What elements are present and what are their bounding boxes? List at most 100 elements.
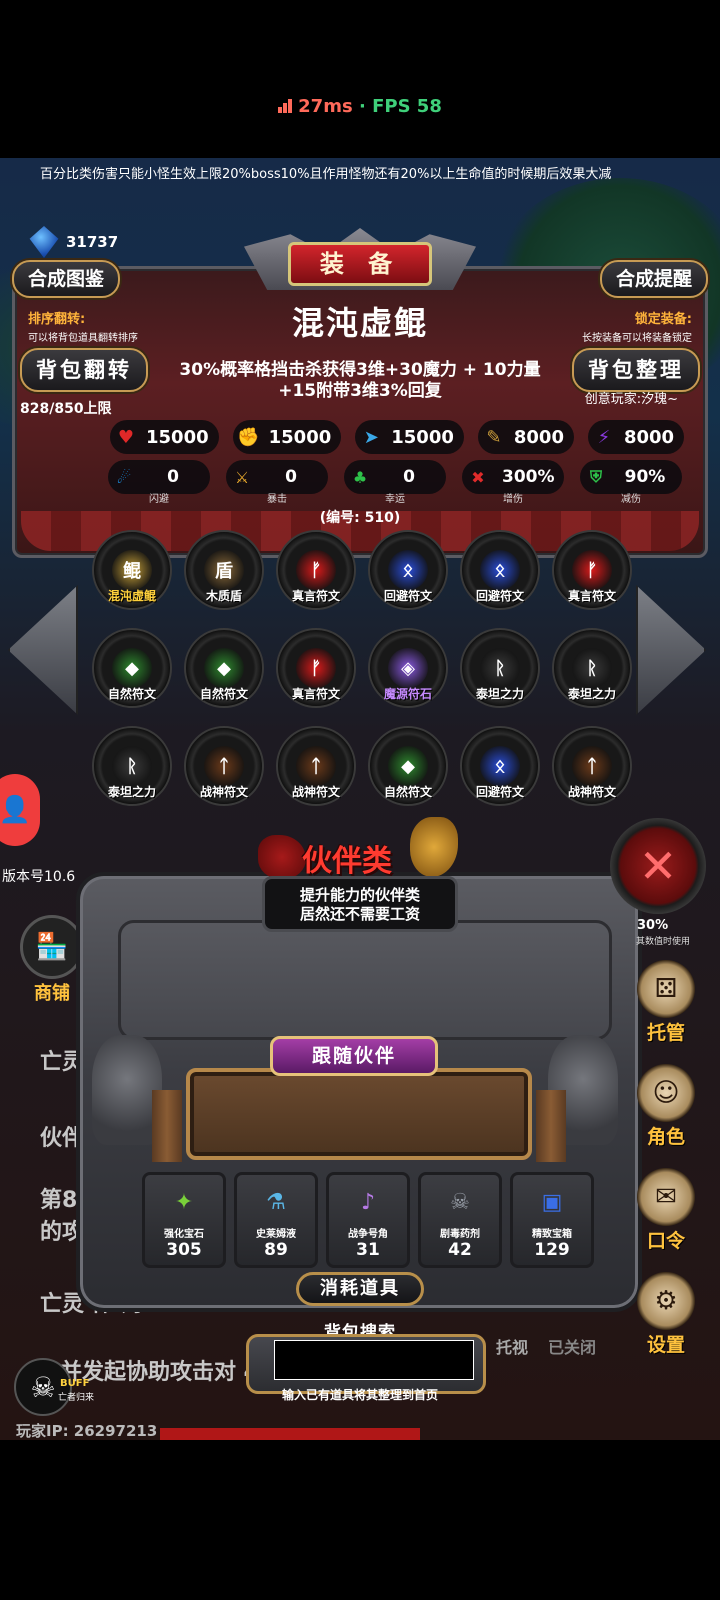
signal-icon [278,99,294,113]
player-ip: 玩家IP: 26297213 [16,1422,158,1440]
agility-icon: ➤ [363,426,379,448]
item-icon: ᚱ [480,648,520,688]
equipment-slot[interactable]: ◈ 魔源符石 [368,628,448,708]
equipment-slot[interactable]: 鲲混沌虚鲲 [92,530,172,610]
item-icon: ᚱ [572,648,612,688]
secondary-stats: ☄ 0 闪避 ⚔ 0 暴击 ♣ 0 幸运 ✖ 300% 增伤 ⛨ 90% 减伤 [0,460,720,505]
version-label: 版本号10.6 [2,869,76,885]
item-icon: ᛏ [572,746,612,786]
stat-luck: ♣ 0 幸运 [344,460,446,505]
item-icon: ᛏ [296,746,336,786]
closed-status[interactable]: 已关闭 [548,1334,596,1358]
equipment-slot[interactable]: ᛏ 战神符文 [552,726,632,806]
shop-button[interactable]: 🏪 商铺 [20,915,84,1005]
auto-play-button[interactable]: ⚄ 托管 [632,960,700,1045]
perf-overlay: 27ms · FPS 58 [0,96,720,117]
partner-display-area [118,920,612,1040]
item-serial: (编号: 510) [319,510,401,526]
flip-bag-button[interactable]: 背包翻转 [20,348,148,392]
slot-item-name: 真言符文 [567,589,616,603]
stat-dodge: ☄ 0 闪避 [108,460,210,505]
equipment-slot[interactable]: ᛏ 战神符文 [276,726,356,806]
item-icon: ◈ [388,648,428,688]
dice-icon: ⚄ [637,960,695,1018]
dodge-icon: ☄ [116,467,132,487]
stat-agility: ➤ 15000 [355,420,464,454]
settings-button[interactable]: ⚙ 设置 [632,1272,700,1357]
bottom-health-bar [160,1428,420,1440]
luck-icon: ♣ [352,467,368,487]
user-avatar-icon[interactable]: 👤 [0,774,40,846]
stat-magic: ⚡ 8000 [587,420,685,454]
ping-value: 27ms [298,96,353,117]
item-icon: ◆ [112,648,152,688]
follow-partner-slot[interactable] [186,1068,532,1160]
item-icon: 鲲 [112,550,152,590]
crit-icon: ⚔ [234,467,250,487]
slot-item-name: 真言符文 [291,589,340,603]
equipment-slot[interactable]: ◆ 自然符文 [184,628,264,708]
consumable-item[interactable]: ☠ 剧毒药剂 42 [418,1172,502,1268]
horn-icon: ♪ [360,1189,376,1215]
gem-icon: ✦ [174,1189,194,1215]
percent-value: 30% [637,918,669,933]
tidy-bag-button[interactable]: 背包整理 [572,348,700,392]
equipment-slot[interactable]: 盾木质盾 [184,530,264,610]
slot-item-name: 自然符文 [107,687,156,701]
heart-icon: ♥ [117,426,135,448]
synthesis-reminder-button[interactable]: 合成提醒 [599,260,708,298]
slot-item-name: 回避符文 [475,785,524,799]
item-icon: 盾 [204,550,244,590]
equipment-slot[interactable]: ᛟ 回避符文 [368,530,448,610]
creator-credit: 创意玩家:汐瑰~ [584,392,678,407]
poison-icon: ☠ [450,1189,470,1215]
intellect-icon: ✎ [486,426,502,448]
equipment-slot[interactable]: ᛟ 回避符文 [460,530,540,610]
item-icon: ◆ [204,648,244,688]
code-button[interactable]: ✉ 口令 [632,1168,700,1253]
equipment-slot[interactable]: ᚱ 泰坦之力 [92,726,172,806]
consumable-item[interactable]: ▣ 精致宝箱 129 [510,1172,594,1268]
slot-item-name: 魔源符石 [383,687,432,701]
item-name: 混沌虚鲲 [291,304,428,342]
buff-name: 亡者归来 [58,1393,95,1403]
slot-item-name: 战神符文 [567,785,616,799]
consumable-item[interactable]: ⚗ 史莱姆液 89 [234,1172,318,1268]
close-icon: ✕ [638,839,678,893]
equipment-slot[interactable]: ᛏ 战神符文 [184,726,264,806]
equipment-slot[interactable]: ◆ 自然符文 [368,726,448,806]
stat-damage-boost: ✖ 300% 增伤 [462,460,564,505]
stat-damage-reduce: ⛨ 90% 减伤 [580,460,682,505]
item-icon: ᚠ [572,550,612,590]
slot-item-name: 回避符文 [383,589,432,603]
item-icon: ᚱ [112,746,152,786]
item-icon: ᛟ [480,550,520,590]
equipment-slot[interactable]: ᛟ 回避符文 [460,726,540,806]
stat-health: ♥ 15000 [110,420,219,454]
consumable-item[interactable]: ♪ 战争号角 31 [326,1172,410,1268]
stat-strength: ✊ 15000 [232,420,342,454]
item-icon: ᛟ [388,550,428,590]
primary-stats: ♥ 15000 ✊ 15000 ➤ 15000 ✎ 8000 ⚡ 8000 [0,420,720,454]
equipment-slot[interactable]: ᚱ 泰坦之力 [552,628,632,708]
monitor-toggle[interactable]: 托视 [496,1334,528,1358]
potion-icon: ⚗ [266,1189,286,1215]
equipment-slot[interactable]: ᚱ 泰坦之力 [460,628,540,708]
bag-search-input[interactable] [274,1340,474,1380]
equipment-slot[interactable]: ᚠ 真言符文 [276,530,356,610]
synthesis-catalog-button[interactable]: 合成图鉴 [12,260,121,298]
follow-partner-tab[interactable]: 跟随伙伴 [270,1036,438,1076]
equipment-slot[interactable]: ◆ 自然符文 [92,628,172,708]
character-button[interactable]: ☺ 角色 [632,1064,700,1149]
slot-item-name: 泰坦之力 [567,687,616,701]
equipment-slot[interactable]: ᚠ 真言符文 [276,628,356,708]
strength-icon: ✊ [237,426,260,448]
close-button[interactable]: ✕ [610,818,706,914]
item-icon: ᛟ [480,746,520,786]
shield-icon: ⛨ [589,467,602,486]
consumables-label: 消耗道具 [296,1272,424,1306]
equipment-slot[interactable]: ᚠ 真言符文 [552,530,632,610]
slot-item-name: 泰坦之力 [107,785,156,799]
consumable-item[interactable]: ✦ 强化宝石 305 [142,1172,226,1268]
partner-subtitle: 提升能力的伙伴类 居然还不需要工资 [262,876,458,932]
